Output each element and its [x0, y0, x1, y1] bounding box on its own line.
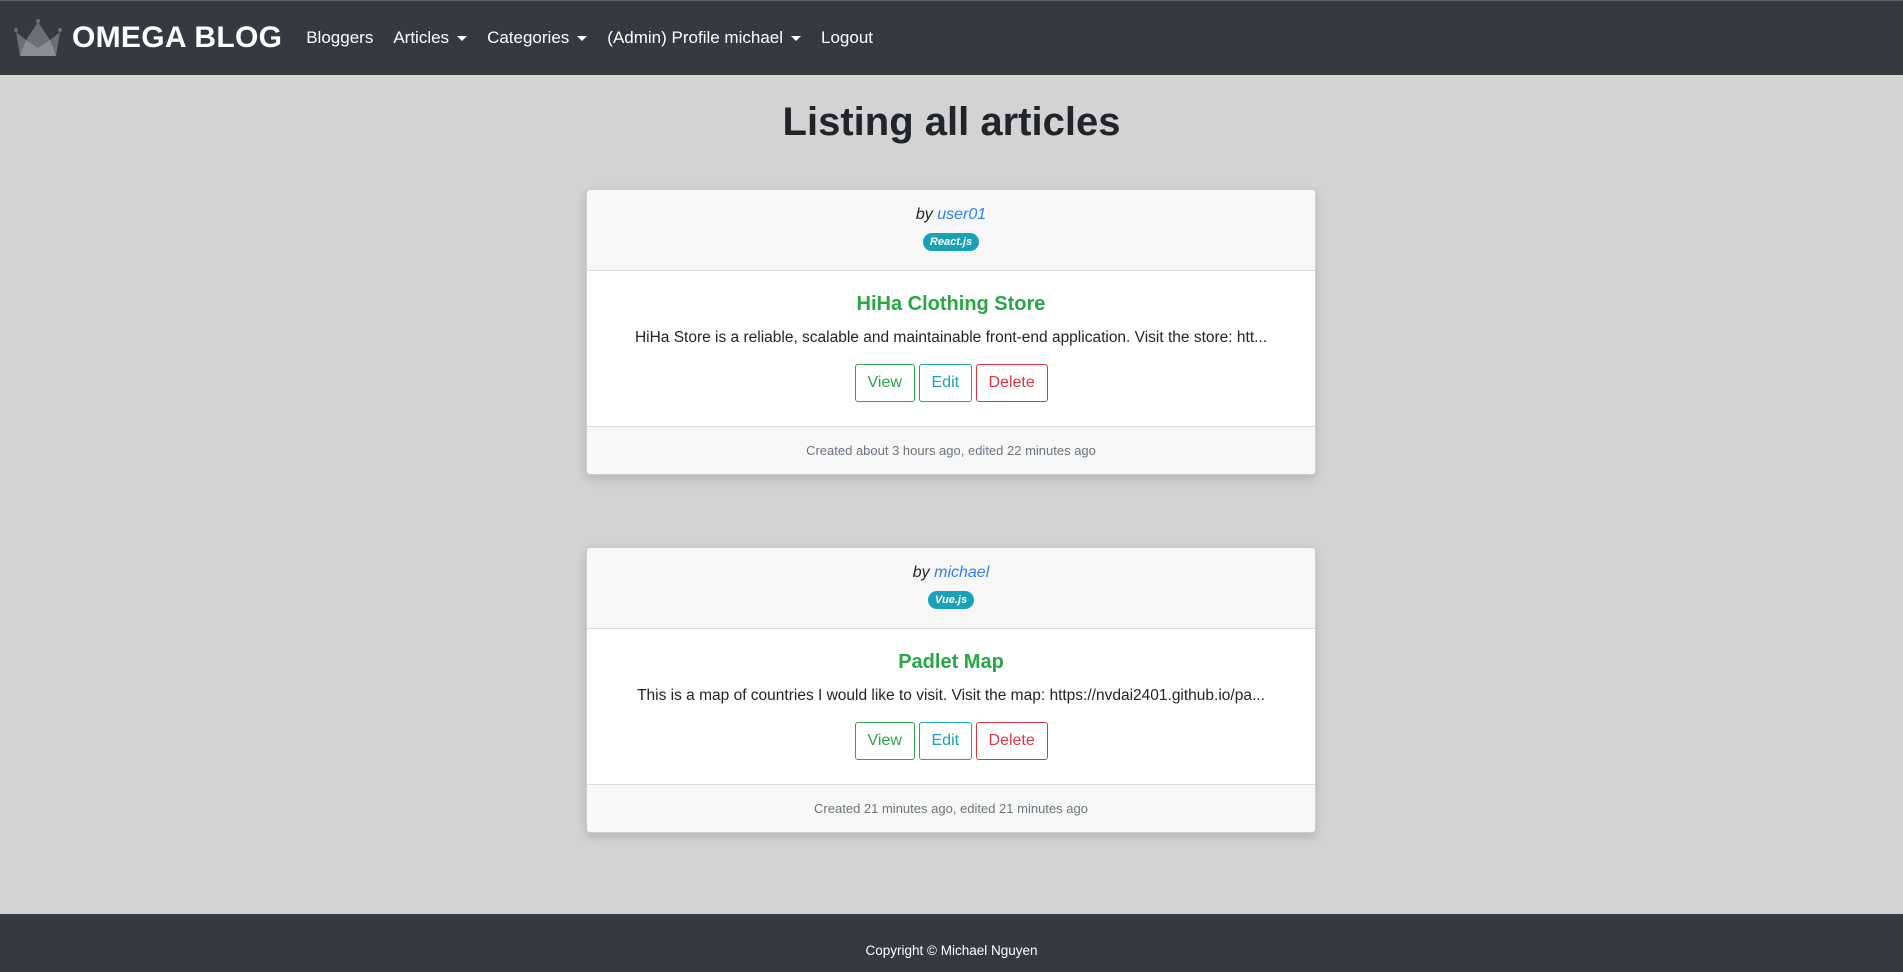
author-byline: by user01 — [587, 206, 1315, 224]
article-actions: View Edit Delete — [587, 364, 1315, 402]
nav-bloggers[interactable]: Bloggers — [306, 28, 373, 48]
nav-logout[interactable]: Logout — [821, 28, 873, 48]
category-badge[interactable]: React.js — [922, 233, 980, 251]
copyright-text: Copyright © Michael Nguyen — [865, 943, 1038, 958]
article-actions: View Edit Delete — [587, 722, 1315, 760]
edit-button[interactable]: Edit — [918, 722, 972, 760]
by-label: by — [912, 564, 930, 581]
page-footer: Copyright © Michael Nguyen — [0, 914, 1903, 972]
card-header: by user01 React.js — [587, 190, 1315, 271]
article-meta: Created 21 minutes ago, edited 21 minute… — [587, 784, 1315, 832]
article-excerpt: This is a map of countries I would like … — [637, 687, 1265, 704]
view-button[interactable]: View — [854, 722, 915, 760]
page-title: Listing all articles — [782, 100, 1121, 144]
caret-down-icon — [791, 35, 802, 41]
edit-button[interactable]: Edit — [918, 364, 972, 402]
caret-down-icon — [577, 35, 588, 41]
brand-name: OMEGA BLOG — [72, 21, 283, 54]
caret-down-icon — [457, 35, 468, 41]
navbar: OMEGA BLOG Bloggers Articles Categories … — [0, 0, 1903, 75]
nav-categories-dropdown[interactable]: Categories — [487, 28, 588, 48]
nav-profile-dropdown[interactable]: (Admin) Profile michael — [607, 28, 802, 48]
author-link[interactable]: michael — [934, 564, 989, 581]
nav-item-label: Articles — [393, 28, 450, 47]
crown-logo-icon — [14, 19, 62, 56]
article-title[interactable]: Padlet Map — [587, 651, 1315, 674]
delete-button[interactable]: Delete — [975, 722, 1048, 760]
card-header: by michael Vue.js — [587, 548, 1315, 629]
nav-articles-dropdown[interactable]: Articles — [393, 28, 468, 48]
nav-item-label: Categories — [487, 28, 570, 47]
article-title[interactable]: HiHa Clothing Store — [587, 293, 1315, 316]
by-label: by — [915, 206, 933, 223]
view-button[interactable]: View — [854, 364, 915, 402]
category-badge[interactable]: Vue.js — [927, 591, 975, 609]
nav-item-label: (Admin) Profile michael — [607, 28, 784, 47]
author-link[interactable]: user01 — [937, 206, 986, 223]
delete-button[interactable]: Delete — [975, 364, 1048, 402]
author-byline: by michael — [587, 564, 1315, 582]
article-card: by user01 React.js HiHa Clothing Store H… — [586, 189, 1316, 475]
article-meta: Created about 3 hours ago, edited 22 min… — [587, 426, 1315, 474]
brand-link[interactable]: OMEGA BLOG — [14, 18, 282, 58]
article-excerpt: HiHa Store is a reliable, scalable and m… — [634, 329, 1268, 346]
article-card: by michael Vue.js Padlet Map This is a m… — [586, 547, 1316, 833]
nav-item-label: Logout — [821, 28, 874, 47]
nav-item-label: Bloggers — [306, 28, 374, 47]
card-body: HiHa Clothing Store HiHa Store is a reli… — [587, 271, 1315, 426]
card-body: Padlet Map This is a map of countries I … — [587, 629, 1315, 784]
